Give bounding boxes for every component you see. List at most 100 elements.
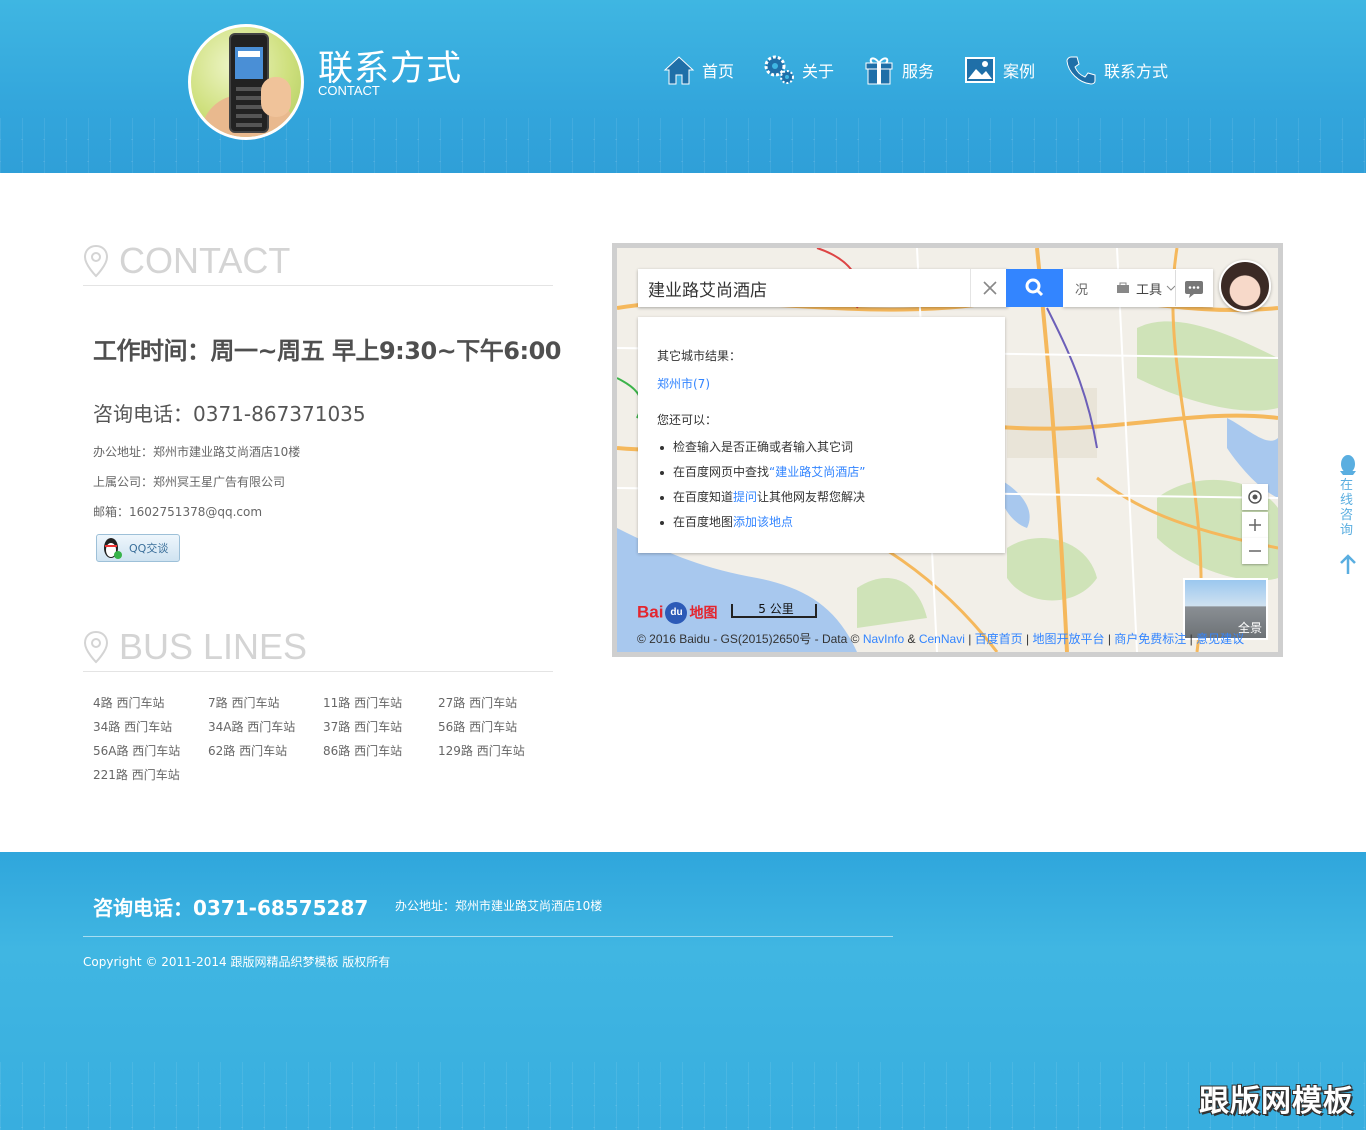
qq-penguin-icon [101, 536, 123, 560]
nav-item-services[interactable]: 服务 [862, 52, 934, 88]
search-icon [1025, 278, 1044, 297]
site-footer: 咨询电话：0371-68575287 办公地址：郑州市建业路艾尚酒店10楼 Co… [0, 852, 1366, 1130]
web-search-link[interactable]: “建业路艾尚酒店” [769, 465, 865, 479]
nav-item-home[interactable]: 首页 [662, 52, 734, 88]
ask-link[interactable]: 提问 [733, 490, 757, 504]
message-icon [1185, 281, 1203, 298]
map-search-button[interactable] [1006, 269, 1063, 307]
nav-label: 案例 [1003, 62, 1036, 81]
work-hours: 工作时间：周一~周五 早上9:30~下午6:00 [93, 337, 561, 365]
footer-address: 办公地址：郑州市建业路艾尚酒店10楼 [395, 899, 603, 913]
other-results-title: 其它城市结果： [657, 349, 742, 363]
list-item: 在百度网页中查找“建业路艾尚酒店” [657, 460, 865, 485]
bus-heading: BUS LINES [83, 626, 307, 668]
footer-divider [83, 936, 893, 937]
footer-phone: 咨询电话：0371-68575287 [93, 896, 369, 920]
nav-label: 关于 [802, 62, 835, 81]
gift-icon [862, 53, 896, 87]
footer-copyright: Copyright © 2011-2014 跟版网精品织梦模板 版权所有 [83, 955, 391, 969]
bus-line: 27路 西门车站 [438, 696, 518, 710]
baidu-paw-icon: du [665, 602, 688, 624]
nav-label: 首页 [702, 62, 735, 81]
bus-line: 34路 西门车站 [93, 720, 173, 734]
locate-icon [1248, 490, 1262, 504]
list-item: 检查输入是否正确或者输入其它词 [657, 435, 865, 460]
bus-line: 62路 西门车站 [208, 744, 288, 758]
nav-item-contact[interactable]: 联系方式 [1064, 52, 1168, 88]
map-search-box: 建业路艾尚酒店 [638, 269, 1008, 307]
bus-line: 4路 西门车站 [93, 696, 165, 710]
office-address: 办公地址：郑州市建业路艾尚酒店10楼 [93, 445, 301, 459]
back-to-top-icon[interactable] [1338, 554, 1358, 576]
map-copyright: © 2016 Baidu - GS(2015)2650号 - Data © Na… [637, 632, 1245, 646]
phone-icon [1064, 53, 1098, 87]
baidu-map-logo: Bai du 地图 [637, 602, 717, 624]
add-place-link[interactable]: 添加该地点 [733, 515, 793, 529]
merchant-link[interactable]: 商户免费标注 [1114, 632, 1186, 646]
qq-chat-button[interactable]: QQ交谈 [96, 534, 180, 562]
bus-line: 56A路 西门车站 [93, 744, 181, 758]
list-item: 在百度知道提问让其他网友帮您解决 [657, 485, 865, 510]
online-consult-float: 在线咨询 [1334, 452, 1362, 582]
divider [83, 671, 553, 672]
scale-label: 5 公里 [758, 602, 794, 616]
location-pin-icon [83, 244, 109, 278]
toolbox-icon [1117, 282, 1130, 293]
nav-item-cases[interactable]: 案例 [963, 52, 1035, 88]
map-frame: 建业路艾尚酒店 况 工具 其它城市结果： 郑州市(7) 您还可以： 检查输入是否… [612, 243, 1283, 657]
zoom-in-button[interactable] [1242, 512, 1268, 538]
zoom-out-button[interactable] [1242, 538, 1268, 564]
contact-heading-text: CONTACT [119, 240, 291, 281]
bus-line: 7路 西门车站 [208, 696, 280, 710]
picture-icon [963, 53, 997, 87]
qq-chat-label: QQ交谈 [129, 542, 169, 555]
bus-line: 221路 西门车站 [93, 768, 180, 782]
bus-line: 56路 西门车站 [438, 720, 518, 734]
open-platform-link[interactable]: 地图开放平台 [1032, 632, 1104, 646]
watermark: 跟版网模板 [1199, 1084, 1354, 1119]
online-consult-label[interactable]: 在线咨询 [1340, 478, 1354, 538]
home-icon [662, 53, 696, 87]
city-result-link[interactable]: 郑州市(7) [657, 375, 710, 392]
page-subtitle: CONTACT [318, 83, 380, 98]
clear-icon[interactable] [970, 269, 1008, 307]
site-header: 联系方式 CONTACT 首页 关于 服务 案例 联系方式 [0, 0, 1366, 173]
feedback-link[interactable]: 意见建议 [1196, 632, 1244, 646]
baidu-home-link[interactable]: 百度首页 [975, 632, 1023, 646]
contact-heading: CONTACT [83, 240, 290, 282]
email: 邮箱：1602751378@qq.com [93, 505, 263, 519]
minus-icon [1249, 550, 1261, 552]
bus-line: 129路 西门车站 [438, 744, 525, 758]
traffic-label-partial[interactable]: 况 [1075, 279, 1088, 298]
bus-heading-text: BUS LINES [119, 626, 308, 667]
qq-icon[interactable] [1335, 454, 1361, 476]
suggest-title: 您还可以： [657, 413, 718, 427]
search-results-panel: 其它城市结果： 郑州市(7) 您还可以： 检查输入是否正确或者输入其它词 在百度… [638, 317, 1005, 553]
bus-line: 37路 西门车站 [323, 720, 403, 734]
divider [83, 285, 553, 286]
map-scale-bar: 5 公里 [731, 602, 817, 618]
nav-label: 联系方式 [1104, 62, 1169, 81]
message-button[interactable] [1175, 270, 1211, 306]
list-item: 在百度地图添加该地点 [657, 510, 865, 535]
header-phone-image [188, 24, 304, 140]
bus-line: 11路 西门车站 [323, 696, 403, 710]
locate-button[interactable] [1242, 484, 1268, 510]
map-search-input[interactable]: 建业路艾尚酒店 [638, 276, 970, 301]
bus-line: 86路 西门车站 [323, 744, 403, 758]
plus-icon [1249, 519, 1261, 531]
tools-menu[interactable]: 工具 [1116, 279, 1176, 298]
suggest-list: 检查输入是否正确或者输入其它词 在百度网页中查找“建业路艾尚酒店” 在百度知道提… [657, 435, 865, 535]
consult-phone: 咨询电话：0371-867371035 [93, 402, 366, 426]
gears-icon [762, 53, 796, 87]
cennavi-link[interactable]: CenNavi [919, 632, 965, 646]
bus-line: 34A路 西门车站 [208, 720, 296, 734]
baidu-map[interactable]: 建业路艾尚酒店 况 工具 其它城市结果： 郑州市(7) 您还可以： 检查输入是否… [617, 248, 1278, 652]
navinfo-link[interactable]: NavInfo [863, 632, 904, 646]
parent-company: 上属公司：郑州冥王星广告有限公司 [93, 475, 286, 489]
tools-label: 工具 [1136, 282, 1163, 298]
user-avatar[interactable] [1219, 260, 1271, 312]
location-pin-icon [83, 630, 109, 664]
nav-item-about[interactable]: 关于 [762, 52, 834, 88]
nav-label: 服务 [902, 62, 935, 81]
